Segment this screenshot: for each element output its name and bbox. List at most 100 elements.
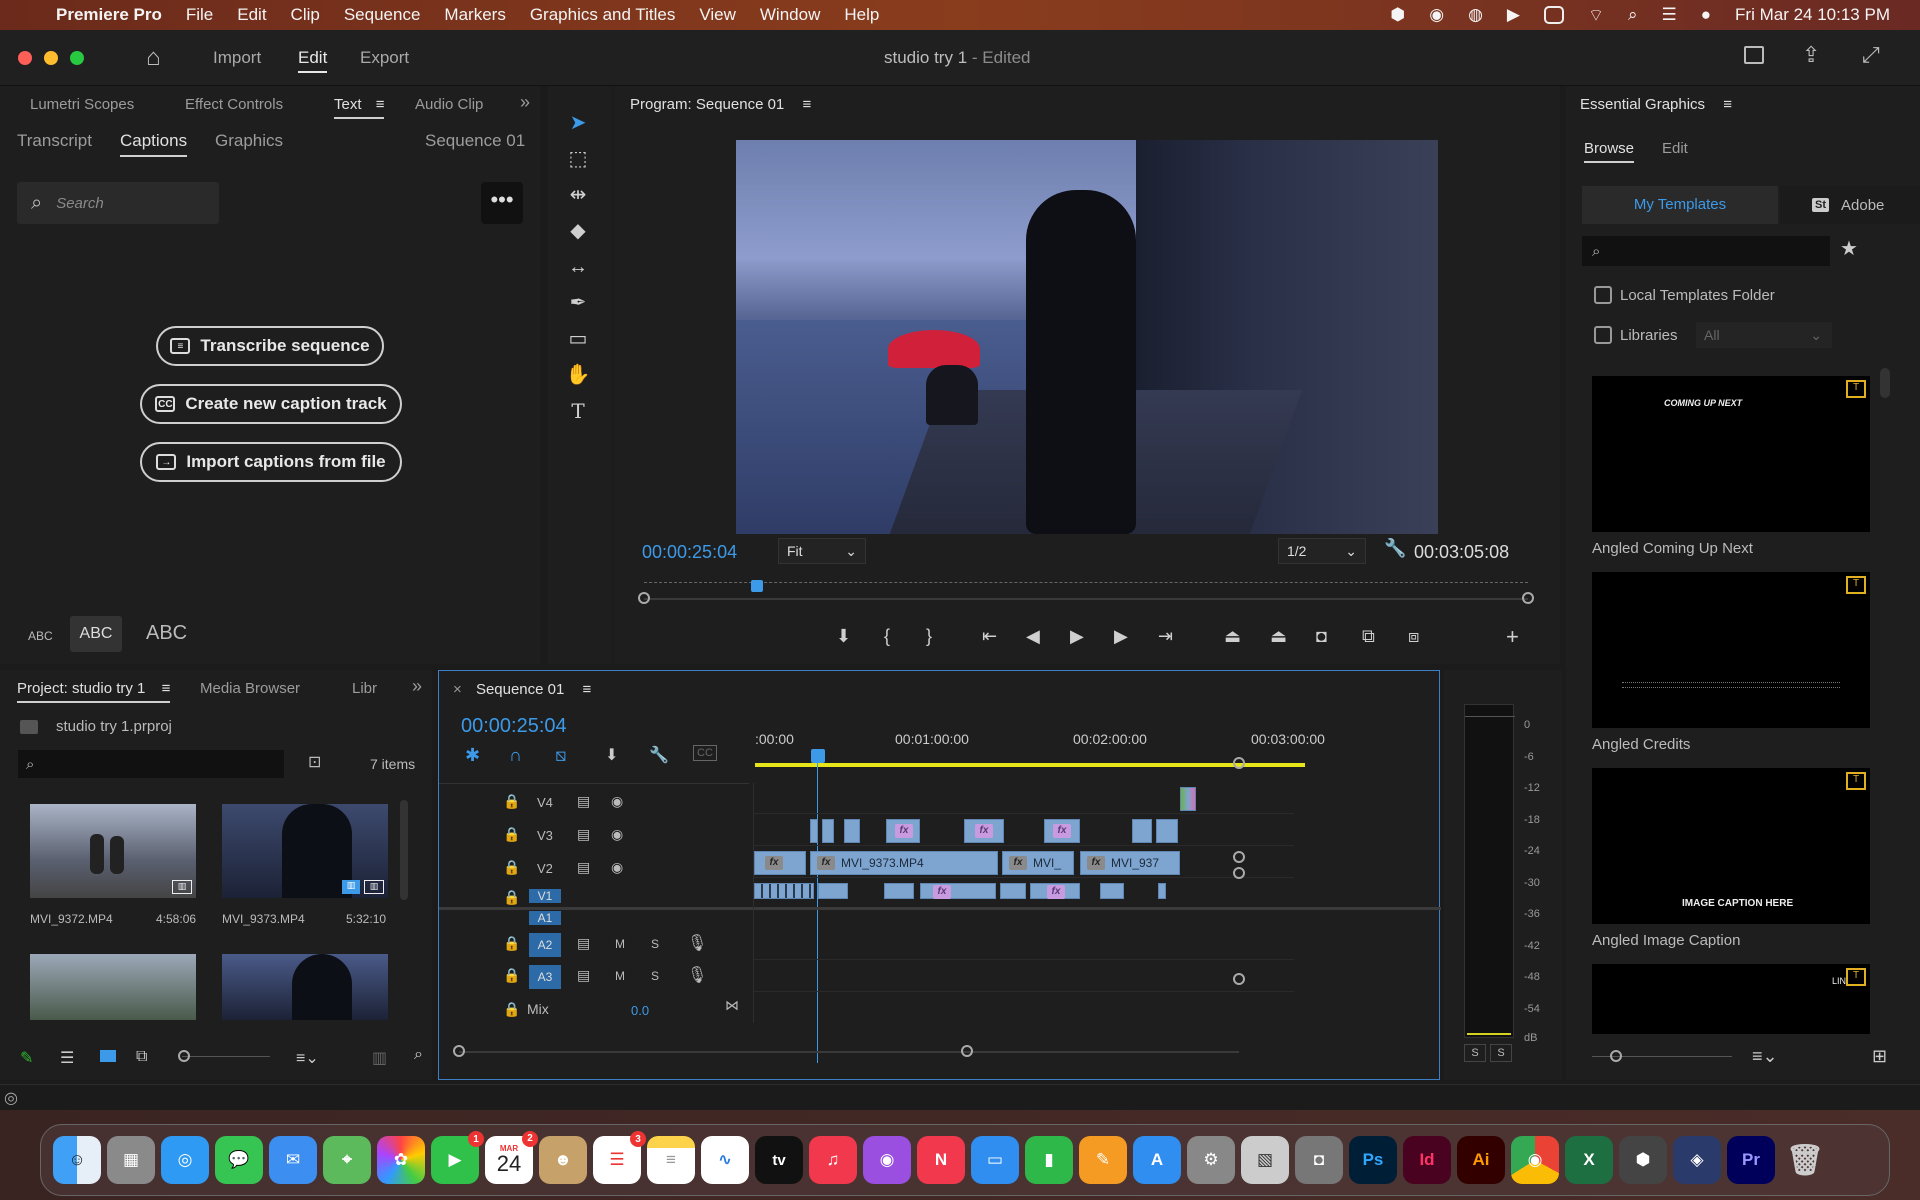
libraries-select[interactable]: All ⌄ [1696,322,1832,348]
sync-lock-icon[interactable]: ▤ [577,935,590,952]
timeline-settings-icon[interactable]: 🔧 [649,745,669,765]
freeform-icon[interactable]: ∿ [701,1136,749,1184]
project-scrollbar[interactable] [400,800,408,900]
go-to-out-icon[interactable]: ⇥ [1158,626,1173,647]
overflow-tabs-icon[interactable]: » [520,92,530,113]
illustrator-icon[interactable]: Ai [1457,1136,1505,1184]
notes-icon[interactable]: ≡ [647,1136,695,1184]
menu-file[interactable]: File [186,5,213,25]
clip-thumb-dark[interactable] [222,954,388,1020]
davinci-resolve-icon[interactable]: ◈ [1673,1136,1721,1184]
scroll-handle[interactable] [1233,851,1245,863]
template-thumb-angled-credits[interactable]: T [1592,572,1870,728]
caption-search-field[interactable]: ⌕ Search [17,182,219,224]
v3-clip[interactable] [844,819,860,843]
track-label-v3[interactable]: V3 [537,828,553,843]
menu-clip[interactable]: Clip [291,5,320,25]
track-lanes[interactable]: fx fx fx fx fx MVI_9373.MP4 fx MVI_ fx M… [753,783,1294,1023]
chrome-icon[interactable]: ◉ [1511,1136,1559,1184]
time-ruler[interactable] [644,582,1528,583]
new-bin-icon[interactable]: ⊡ [308,752,321,772]
lock-icon[interactable]: 🔒 [503,1001,520,1018]
add-marker-icon[interactable]: ⬇ [836,626,851,647]
local-templates-checkbox[interactable]: Local Templates Folder [1594,286,1775,304]
automate-icon[interactable]: ▥ [372,1048,387,1068]
v4-clip[interactable] [1180,787,1196,811]
mix-toggle-icon[interactable]: ⋈ [725,997,739,1014]
transcribe-sequence-button[interactable]: ≡ Transcribe sequence [156,326,384,366]
export-frame-icon[interactable]: ◘ [1316,626,1327,647]
program-menu-icon[interactable]: ≡ [802,96,811,113]
lock-icon[interactable]: 🔒 [503,859,520,876]
maps-icon[interactable]: ⌖ [323,1136,371,1184]
v1-clip[interactable]: fx [920,883,996,899]
reminders-icon[interactable]: ☰ 3 [593,1131,646,1184]
menu-clock[interactable]: Fri Mar 24 10:13 PM [1735,5,1890,25]
hand-tool-icon[interactable]: ✋ [564,362,592,388]
v1-clip[interactable] [884,883,914,899]
slip-tool-icon[interactable]: ↔ [564,254,592,280]
fullscreen-icon[interactable]: ⤢ [1862,42,1880,68]
record-tray-icon[interactable]: ◍ [1468,5,1483,25]
clip-thumb-mvi-9372[interactable]: ▥ [30,804,196,898]
mail-icon[interactable]: ✉ [269,1136,317,1184]
new-item-icon[interactable]: ⊞ [1872,1046,1887,1067]
captions-icon[interactable]: CC [693,745,717,761]
v1-clip[interactable]: fx [1030,883,1080,899]
mark-in-icon[interactable]: { [884,626,890,647]
spotlight-search-icon[interactable]: ⌕ [1628,5,1638,25]
multi-camera-icon[interactable]: ⧈ [1408,626,1419,647]
template-scrollbar[interactable] [1880,368,1890,398]
control-center-icon[interactable]: ☰ [1662,5,1677,25]
messages-icon[interactable]: 💬 [215,1136,263,1184]
pages-icon[interactable]: ✎ [1079,1136,1127,1184]
write-protect-icon[interactable]: ✎ [20,1048,33,1068]
razor-tool-icon[interactable]: ◆ [564,218,592,244]
tab-media-browser[interactable]: Media Browser [200,680,300,697]
clip-thumb-mvi-9373[interactable]: ▥ ▥ [222,804,388,898]
slider-handle[interactable] [1610,1050,1622,1062]
eye-icon[interactable]: ◉ [611,826,623,843]
mix-value[interactable]: 0.0 [631,1003,649,1018]
minimize-window-button[interactable] [44,51,58,65]
zoom-fit-select[interactable]: Fit ⌄ [778,538,866,564]
microphone-icon[interactable]: 🎙 [687,965,707,985]
icon-view-icon[interactable] [100,1050,116,1062]
tab-audio-clip[interactable]: Audio Clip [415,96,483,113]
safari-icon[interactable]: ◎ [161,1136,209,1184]
snap-icon[interactable]: ✱ [465,745,480,766]
tab-graphics[interactable]: Graphics [215,131,283,151]
tab-browse[interactable]: Browse [1584,140,1635,163]
linked-selection-icon[interactable]: ∩ [509,745,522,766]
track-label-a3[interactable]: A3 [529,965,561,989]
v3-clip[interactable]: fx [1044,819,1080,843]
sync-lock-icon[interactable]: ▤ [577,826,590,843]
eye-icon[interactable]: ◉ [611,793,623,810]
creative-cloud-tray-icon[interactable]: ◉ [1429,5,1444,25]
tab-transcript[interactable]: Transcript [17,131,92,151]
zoom-handle-left[interactable] [453,1045,465,1057]
tab-captions[interactable]: Captions [120,131,188,157]
track-label-a2[interactable]: A2 [529,933,561,957]
essential-menu-icon[interactable]: ≡ [1723,96,1732,113]
photoshop-icon[interactable]: Ps [1349,1136,1397,1184]
photos-icon[interactable]: ✿ [377,1136,425,1184]
overflow-tabs-icon[interactable]: » [412,676,422,697]
scroll-handle[interactable] [1233,757,1245,769]
program-timecode[interactable]: 00:00:25:04 [642,542,737,563]
v1-clip[interactable] [1158,883,1166,899]
wifi-icon[interactable]: ⌔ [1588,5,1604,26]
tab-libraries[interactable]: Libr [352,680,377,697]
unity-hub-icon[interactable]: ⬢ [1619,1136,1667,1184]
excel-icon[interactable]: X [1565,1136,1613,1184]
calendar-icon[interactable]: MAR 24 2 [485,1131,538,1184]
project-search-field[interactable]: ⌕ [18,750,284,778]
v2-clip-mvi-9373[interactable]: fx MVI_9373.MP4 [810,851,998,875]
track-label-a1[interactable]: A1 [529,911,561,925]
sync-lock-icon[interactable]: ▤ [577,967,590,984]
menu-help[interactable]: Help [844,5,879,25]
lock-icon[interactable]: 🔒 [503,889,520,906]
siri-icon[interactable]: ● [1701,5,1711,25]
video-frame[interactable] [736,140,1438,534]
pen-tool-icon[interactable]: ✒ [564,290,592,316]
